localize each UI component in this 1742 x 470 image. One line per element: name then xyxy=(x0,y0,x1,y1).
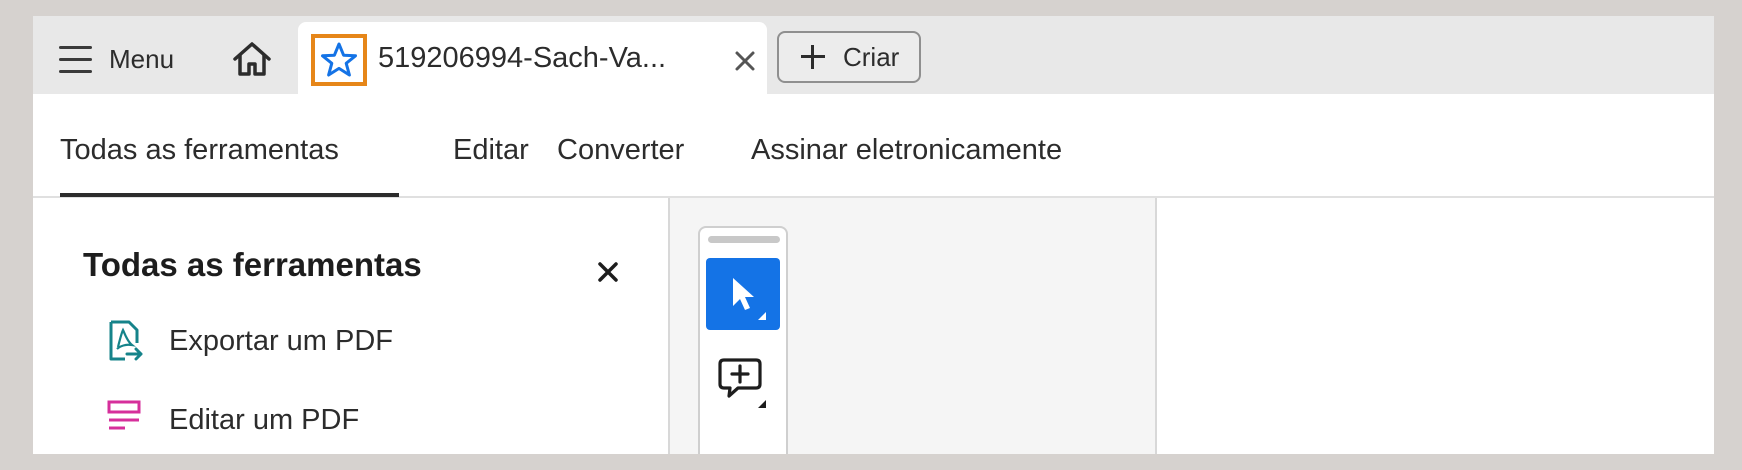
export-pdf-icon xyxy=(109,320,143,361)
close-icon xyxy=(735,51,755,71)
tool-label: Editar um PDF xyxy=(169,403,360,436)
panel-title: Todas as ferramentas xyxy=(83,246,422,283)
tool-edit-pdf[interactable]: Editar um PDF xyxy=(105,398,359,442)
drag-handle[interactable] xyxy=(708,236,780,243)
all-tools-panel: Todas as ferramentas Exportar um PDF Edi… xyxy=(33,198,670,454)
create-label: Criar xyxy=(843,41,900,72)
cursor-icon xyxy=(733,278,766,320)
document-tab[interactable]: 519206994-Sach-Va... xyxy=(298,22,767,94)
plus-icon xyxy=(801,45,825,69)
active-nav-indicator xyxy=(60,193,399,197)
top-tab-bar: Menu 519206994-Sach-Va... Criar xyxy=(33,16,1714,94)
nav-all-tools[interactable]: Todas as ferramentas xyxy=(60,134,339,167)
hamburger-icon xyxy=(59,45,92,73)
close-tab-button[interactable] xyxy=(730,46,760,76)
create-button[interactable]: Criar xyxy=(777,31,921,83)
add-comment-button[interactable] xyxy=(706,346,780,418)
add-comment-icon xyxy=(718,358,766,408)
close-icon xyxy=(598,262,618,282)
tool-export-pdf[interactable]: Exportar um PDF xyxy=(105,319,393,363)
quick-tools-area xyxy=(670,198,1157,454)
quick-toolbar xyxy=(698,226,788,454)
close-panel-button[interactable] xyxy=(596,260,620,284)
nav-convert[interactable]: Converter xyxy=(557,134,684,167)
select-tool-button[interactable] xyxy=(706,258,780,330)
menu-label: Menu xyxy=(109,43,175,74)
nav-e-sign[interactable]: Assinar eletronicamente xyxy=(751,134,1062,167)
tool-label: Exportar um PDF xyxy=(169,324,393,357)
star-icon xyxy=(321,42,357,77)
document-tab-title: 519206994-Sach-Va... xyxy=(378,42,667,74)
home-icon xyxy=(233,42,271,76)
home-button[interactable] xyxy=(229,36,275,82)
edit-pdf-icon xyxy=(107,400,141,430)
favorite-star-button[interactable] xyxy=(311,34,367,86)
nav-edit[interactable]: Editar xyxy=(453,134,529,167)
document-canvas[interactable] xyxy=(1157,198,1714,454)
acrobat-window: Menu 519206994-Sach-Va... Criar Todas as… xyxy=(33,16,1714,454)
tools-nav-bar: Todas as ferramentas Editar Converter As… xyxy=(33,94,1714,198)
menu-button[interactable]: Menu xyxy=(59,42,174,76)
